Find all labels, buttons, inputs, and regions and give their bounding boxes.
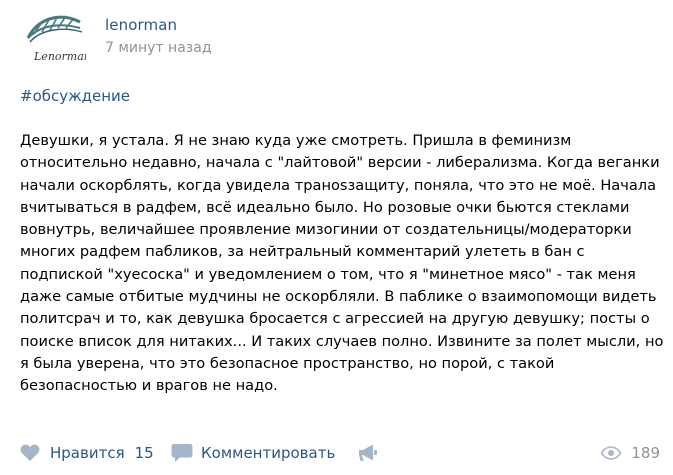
views-counter: 189 [601, 440, 660, 466]
eye-icon [601, 446, 622, 460]
megaphone-icon [358, 443, 378, 463]
post-text: Девушки, я устала. Я не знаю куда уже см… [20, 132, 664, 395]
views-count: 189 [631, 444, 660, 462]
hashtag-link[interactable]: #обсуждение [20, 87, 130, 105]
post-actions-bar: Нравится 15 Комментировать 189 [20, 440, 660, 466]
heart-icon [20, 444, 40, 462]
comment-bubble-icon [171, 443, 193, 463]
svg-text:Lenorman: Lenorman [33, 50, 86, 63]
like-button[interactable]: Нравится 15 [20, 440, 154, 466]
wall-post: Lenorman lenorman 7 минут назад #обсужде… [0, 0, 673, 475]
author-name-link[interactable]: lenorman [105, 16, 177, 34]
post-timestamp[interactable]: 7 минут назад [105, 40, 212, 56]
lenorman-logo-icon: Lenorman [26, 15, 91, 63]
avatar[interactable]: Lenorman [20, 8, 91, 74]
comment-button[interactable]: Комментировать [171, 440, 335, 466]
share-button[interactable] [358, 440, 378, 466]
like-label: Нравится [50, 444, 125, 462]
comment-label: Комментировать [201, 444, 336, 462]
like-count: 15 [134, 444, 154, 462]
